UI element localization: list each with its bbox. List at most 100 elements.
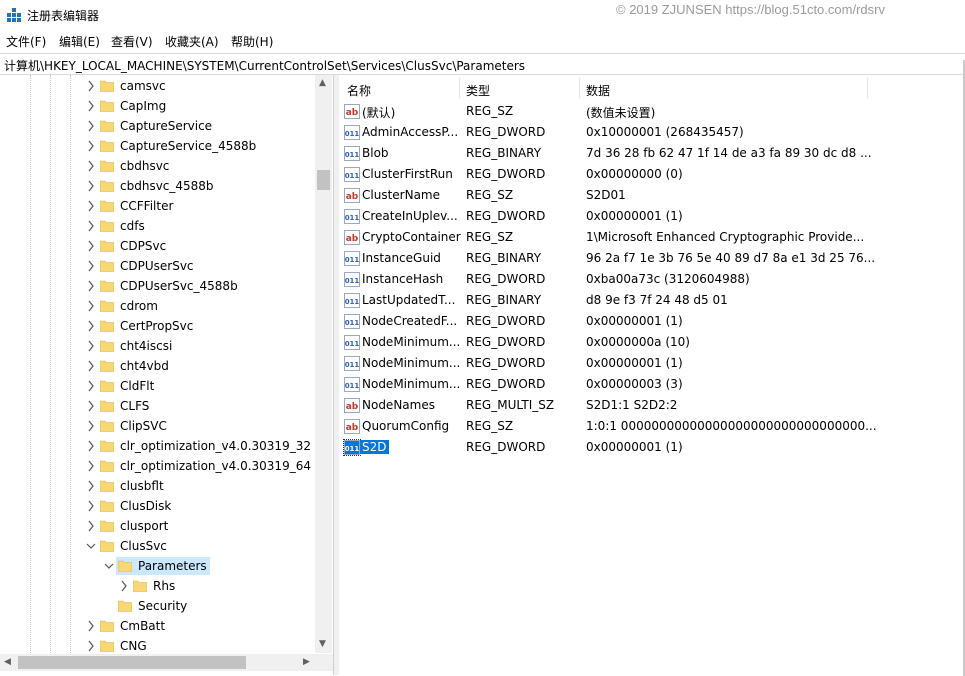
column-divider[interactable] (867, 78, 868, 98)
chevron-right-icon[interactable] (86, 279, 96, 293)
chevron-right-icon[interactable] (119, 579, 129, 593)
menu-file[interactable]: 文件(F) (6, 33, 46, 50)
chevron-right-icon[interactable] (86, 619, 96, 633)
tree-item[interactable]: CaptureService (0, 116, 315, 136)
address-path[interactable]: 计算机\HKEY_LOCAL_MACHINE\SYSTEM\CurrentCon… (4, 57, 525, 74)
menu-view[interactable]: 查看(V) (111, 33, 153, 50)
value-row[interactable]: 011 InstanceHash REG_DWORD 0xba00a73c (3120… (339, 269, 869, 290)
chevron-right-icon[interactable] (86, 339, 96, 353)
key-tree-pane[interactable]: camsvc CapImg CaptureService CaptureService… (0, 75, 333, 675)
tree-item[interactable]: CaptureService_4588b (0, 136, 315, 156)
tree-item[interactable]: clusport (0, 516, 315, 536)
tree-item[interactable]: CNG (0, 636, 315, 656)
chevron-right-icon[interactable] (86, 99, 96, 113)
tree-item[interactable]: Security (0, 596, 315, 616)
tree-item[interactable]: CLFS (0, 396, 315, 416)
chevron-right-icon[interactable] (86, 219, 96, 233)
tree-item[interactable]: CmBatt (0, 616, 315, 636)
value-row[interactable]: 011 S2D REG_DWORD 0x00000001 (1) (339, 437, 869, 458)
value-row[interactable]: 011 NodeMinimum... REG_DWORD 0x0000000a (10… (339, 332, 869, 353)
scroll-left-arrow-icon[interactable]: ◀ (4, 657, 11, 667)
chevron-right-icon[interactable] (86, 119, 96, 133)
chevron-right-icon[interactable] (86, 639, 96, 653)
tree-item[interactable]: ClusDisk (0, 496, 315, 516)
chevron-right-icon[interactable] (86, 479, 96, 493)
menu-favorites[interactable]: 收藏夹(A) (165, 33, 219, 50)
chevron-right-icon[interactable] (86, 259, 96, 273)
tree-item[interactable]: camsvc (0, 76, 315, 96)
tree-item[interactable]: CapImg (0, 96, 315, 116)
value-row[interactable]: ab QuorumConfig REG_SZ 1:0:1 00000000000000… (339, 416, 877, 437)
value-data: 0x00000001 (1) (586, 440, 683, 454)
tree-item[interactable]: cbdhsvc (0, 156, 315, 176)
tree-item[interactable]: ClipSVC (0, 416, 315, 436)
tree-vertical-scrollbar[interactable]: ▲ ▼ (315, 75, 332, 653)
tree-item[interactable]: CDPSvc (0, 236, 315, 256)
tree-horizontal-scroll-thumb[interactable] (18, 656, 246, 669)
tree-item[interactable]: CertPropSvc (0, 316, 315, 336)
value-row[interactable]: 011 LastUpdatedT... REG_BINARY d8 9e f3 7f … (339, 290, 869, 311)
chevron-down-icon[interactable] (86, 539, 96, 553)
chevron-right-icon[interactable] (86, 379, 96, 393)
chevron-right-icon[interactable] (86, 239, 96, 253)
menu-help[interactable]: 帮助(H) (231, 33, 273, 50)
chevron-right-icon[interactable] (86, 199, 96, 213)
address-bar[interactable]: 计算机\HKEY_LOCAL_MACHINE\SYSTEM\CurrentCon… (0, 53, 965, 75)
tree-item[interactable]: Rhs (0, 576, 315, 596)
value-row[interactable]: 011 NodeCreatedF... REG_DWORD 0x00000001 (1… (339, 311, 869, 332)
value-row[interactable]: 011 AdminAccessP... REG_DWORD 0x10000001 (2… (339, 122, 869, 143)
column-header-type[interactable]: 类型 (466, 82, 490, 99)
value-row[interactable]: 011 InstanceGuid REG_BINARY 96 2a f7 1e 3b … (339, 248, 875, 269)
chevron-right-icon[interactable] (86, 159, 96, 173)
column-header-data[interactable]: 数据 (586, 82, 610, 99)
value-row[interactable]: ab CryptoContainer REG_SZ 1\Microsoft Enhan… (339, 227, 869, 248)
folder-icon (100, 80, 114, 92)
chevron-right-icon[interactable] (86, 439, 96, 453)
menu-edit[interactable]: 编辑(E) (59, 33, 100, 50)
binary-value-icon: 011 (344, 125, 360, 140)
tree-item[interactable]: clr_optimization_v4.0.30319_32 (0, 436, 315, 456)
value-row[interactable]: ab NodeNames REG_MULTI_SZ S2D1:1 S2D2:2 (339, 395, 869, 416)
tree-item[interactable]: clr_optimization_v4.0.30319_64 (0, 456, 315, 476)
tree-item[interactable]: CldFlt (0, 376, 315, 396)
value-row[interactable]: ab (默认) REG_SZ (数值未设置) (339, 101, 869, 122)
tree-item[interactable]: ClusSvc (0, 536, 315, 556)
chevron-right-icon[interactable] (86, 359, 96, 373)
chevron-right-icon[interactable] (86, 519, 96, 533)
value-row[interactable]: 011 NodeMinimum... REG_DWORD 0x00000003 (3) (339, 374, 869, 395)
chevron-right-icon[interactable] (86, 299, 96, 313)
tree-item[interactable]: CCFFilter (0, 196, 315, 216)
chevron-right-icon[interactable] (86, 139, 96, 153)
chevron-right-icon[interactable] (86, 499, 96, 513)
value-row[interactable]: 011 CreateInUplev... REG_DWORD 0x00000001 (… (339, 206, 869, 227)
chevron-right-icon[interactable] (86, 419, 96, 433)
tree-item[interactable]: cht4vbd (0, 356, 315, 376)
tree-item-label: cdfs (120, 219, 145, 233)
scroll-up-arrow-icon[interactable]: ▲ (319, 78, 326, 88)
value-row[interactable]: 011 NodeMinimum... REG_DWORD 0x00000001 (1) (339, 353, 869, 374)
column-divider[interactable] (579, 78, 580, 98)
scroll-right-arrow-icon[interactable]: ▶ (303, 657, 310, 667)
chevron-right-icon[interactable] (86, 319, 96, 333)
tree-vertical-scroll-thumb[interactable] (317, 170, 330, 190)
tree-item[interactable]: cdrom (0, 296, 315, 316)
tree-item[interactable]: CDPUserSvc (0, 256, 315, 276)
chevron-down-icon[interactable] (104, 559, 114, 573)
chevron-right-icon[interactable] (86, 79, 96, 93)
value-row[interactable]: 011 Blob REG_BINARY 7d 36 28 fb 62 47 1f 14… (339, 143, 872, 164)
value-data: 0xba00a73c (3120604988) (586, 272, 750, 286)
column-header-name[interactable]: 名称 (347, 82, 371, 99)
tree-item[interactable]: cdfs (0, 216, 315, 236)
chevron-right-icon[interactable] (86, 179, 96, 193)
tree-item[interactable]: cht4iscsi (0, 336, 315, 356)
tree-item[interactable]: cbdhsvc_4588b (0, 176, 315, 196)
column-divider[interactable] (459, 78, 460, 98)
chevron-right-icon[interactable] (86, 399, 96, 413)
tree-item[interactable]: Parameters (0, 556, 315, 576)
chevron-right-icon[interactable] (86, 459, 96, 473)
tree-item[interactable]: clusbflt (0, 476, 315, 496)
value-row[interactable]: ab ClusterName REG_SZ S2D01 (339, 185, 869, 206)
value-row[interactable]: 011 ClusterFirstRun REG_DWORD 0x00000000 (0… (339, 164, 869, 185)
scroll-down-arrow-icon[interactable]: ▼ (319, 639, 326, 649)
tree-item[interactable]: CDPUserSvc_4588b (0, 276, 315, 296)
